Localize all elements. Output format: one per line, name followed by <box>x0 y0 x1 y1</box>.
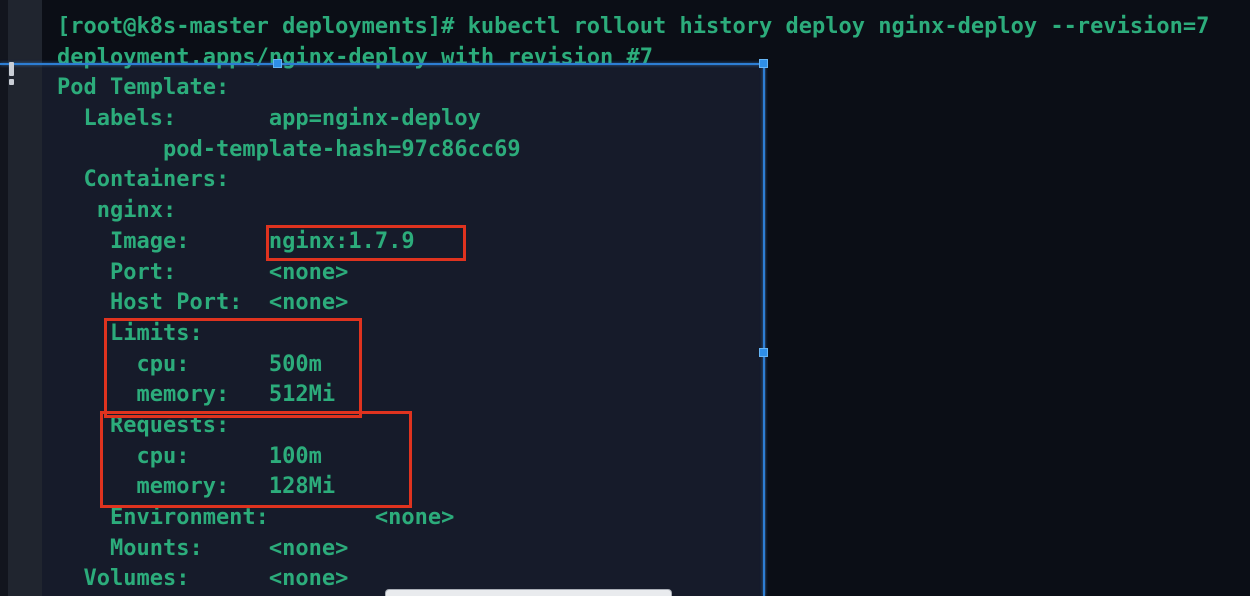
selection-handle-top-middle[interactable] <box>273 59 282 68</box>
terminal-screen: [root@k8s-master deployments]# kubectl r… <box>0 0 1250 596</box>
selection-rect-right-edge[interactable] <box>763 63 765 596</box>
terminal-line-revision-header: deployment.apps/nginx-deploy with revisi… <box>57 43 1209 74</box>
ibeam-cursor-icon <box>9 62 15 86</box>
terminal-line-labels: Labels: app=nginx-deploy <box>57 104 1209 135</box>
window-left-edge <box>0 0 8 596</box>
annotation-box-requests <box>100 411 412 508</box>
selection-handle-right-middle[interactable] <box>759 348 768 357</box>
bottom-popup-toolbar[interactable] <box>385 589 672 596</box>
annotation-box-image-version <box>266 225 466 261</box>
left-gutter-strip <box>8 0 42 596</box>
terminal-line-pod-template-hash: pod-template-hash=97c86cc69 <box>57 135 1209 166</box>
terminal-line-pod-template: Pod Template: <box>57 73 1209 104</box>
selection-rect-top-edge[interactable] <box>0 63 766 65</box>
terminal-line-command: [root@k8s-master deployments]# kubectl r… <box>57 12 1209 43</box>
ibeam-cursor-dot <box>9 79 14 85</box>
terminal-line-mounts: Mounts: <none> <box>57 534 1209 565</box>
terminal-line-port: Port: <none> <box>57 258 1209 289</box>
terminal-line-nginx: nginx: <box>57 196 1209 227</box>
terminal-line-image: Image: nginx:1.7.9 <box>57 227 1209 258</box>
ibeam-cursor-bar <box>9 62 14 76</box>
annotation-box-limits <box>104 318 362 418</box>
selection-handle-top-right[interactable] <box>759 59 768 68</box>
terminal-line-host-port: Host Port: <none> <box>57 288 1209 319</box>
terminal-line-containers: Containers: <box>57 165 1209 196</box>
